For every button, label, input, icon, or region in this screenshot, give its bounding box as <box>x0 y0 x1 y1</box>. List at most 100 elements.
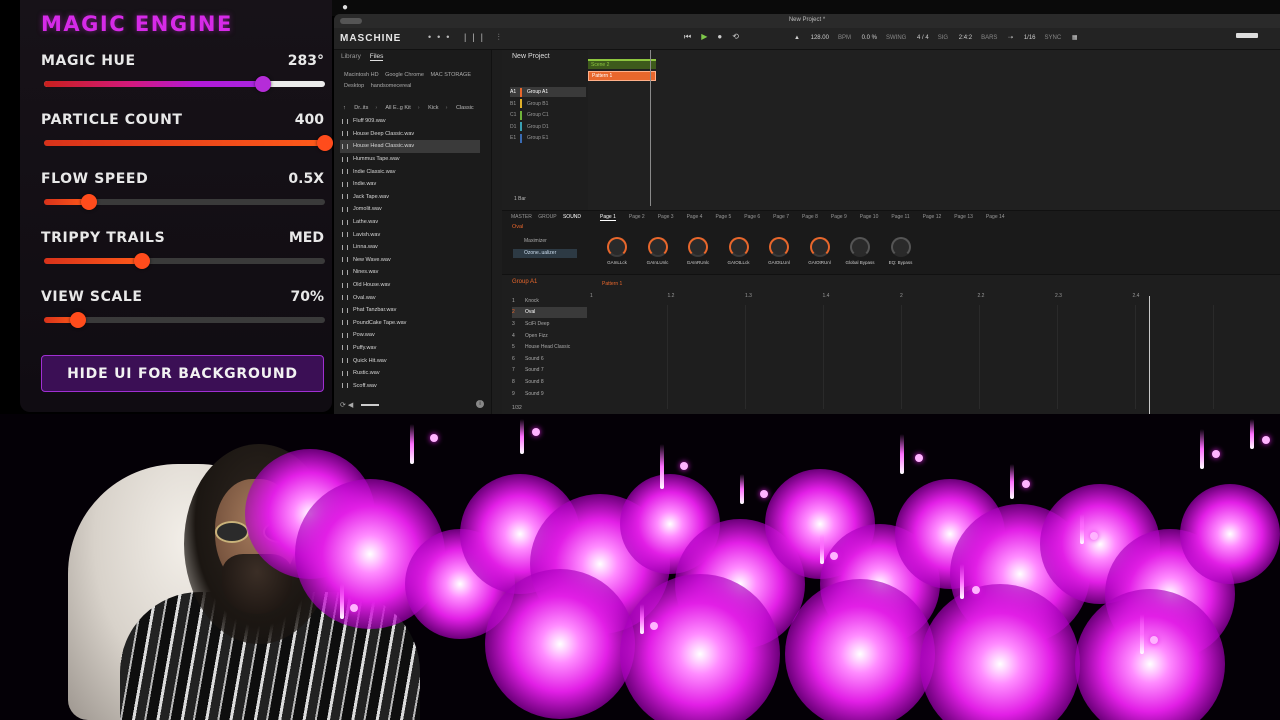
breadcrumb-item[interactable]: Dr..its <box>354 105 368 111</box>
knob-icon[interactable] <box>688 237 708 257</box>
hide-ui-button[interactable]: HIDE UI FOR BACKGROUND <box>41 355 324 392</box>
refresh-icon[interactable]: ⟳ <box>340 402 346 409</box>
sound-slot[interactable]: 5 House Head Classic <box>512 341 587 353</box>
grid-value[interactable]: 1/16 <box>1024 35 1036 41</box>
group-item[interactable]: A1 Group A1 <box>510 87 586 97</box>
swing-value[interactable]: 0.0 % <box>862 35 877 41</box>
slider-handle[interactable] <box>80 194 97 210</box>
plugin-slot[interactable]: Maximizer <box>513 237 577 246</box>
page-tab[interactable]: Page 14 <box>986 214 1005 220</box>
knob-icon[interactable] <box>647 237 668 257</box>
grid-resolution[interactable]: 1/32 <box>512 405 522 411</box>
file-item[interactable]: Indie.wav <box>340 178 480 191</box>
page-tab[interactable]: Page 13 <box>954 214 973 220</box>
keyboard-icon[interactable]: ▦ <box>1072 35 1078 41</box>
particle-count-slider[interactable] <box>44 135 333 151</box>
knob-icon[interactable] <box>728 237 749 257</box>
group-item[interactable]: B1 Group B1 <box>510 99 586 109</box>
file-item[interactable]: Oval.wav <box>340 291 480 304</box>
file-item[interactable]: New Wave.wav <box>340 254 480 267</box>
parameter-knob[interactable]: GAInLUnlc <box>639 237 677 265</box>
knob-icon[interactable] <box>607 237 627 257</box>
tab-group[interactable]: GROUP <box>538 214 556 220</box>
bar-length[interactable]: 1 Bar <box>514 196 526 202</box>
sound-slot[interactable]: 8 Sound 8 <box>512 376 587 388</box>
file-item[interactable]: Scoff.wav <box>340 379 480 392</box>
file-item[interactable]: Jack Tape.wav <box>340 191 480 204</box>
follow-icon[interactable]: ⇢ <box>1008 35 1013 41</box>
sound-slot[interactable]: 4 Open Fizz <box>512 330 587 342</box>
location-item[interactable]: Macintosh HD <box>344 72 379 78</box>
tab-library[interactable]: Library <box>341 53 361 60</box>
parameter-knob[interactable]: GAInRUnlc <box>679 237 717 265</box>
file-item[interactable]: Rustic.wav <box>340 367 480 380</box>
trippy-trails-slider[interactable] <box>44 253 325 269</box>
file-item[interactable]: Hummus Tape.wav <box>340 153 480 166</box>
file-item[interactable]: Indie Classic.wav <box>340 165 480 178</box>
location-item[interactable]: handsomecereal <box>371 83 412 89</box>
loop-icon[interactable]: ⟲ <box>732 32 739 41</box>
page-tab[interactable]: Page 2 <box>629 214 645 220</box>
slider-handle[interactable] <box>255 76 272 92</box>
page-tab[interactable]: Page 1 <box>600 214 616 221</box>
slider-handle[interactable] <box>69 312 86 328</box>
sound-slot[interactable]: 3 SciFi Deep <box>512 318 587 330</box>
group-item[interactable]: C1 Group C1 <box>510 110 586 120</box>
location-item[interactable]: Desktop <box>344 83 364 89</box>
file-item[interactable]: Quick Hit.wav <box>340 354 480 367</box>
sound-slot[interactable]: 2 Oval <box>512 306 587 319</box>
timeline-ruler[interactable]: 1 1.2 1.3 1.4 2 2.2 2.3 2.4 <box>590 293 1280 301</box>
tab-files[interactable]: Files <box>369 53 384 61</box>
parameter-knob[interactable]: Global Bypass <box>841 237 879 265</box>
knob-icon[interactable] <box>809 237 830 257</box>
page-tab[interactable]: Page 5 <box>715 214 731 220</box>
parameter-knob[interactable]: GAIOtLLck <box>720 237 758 265</box>
pattern-clip[interactable]: Pattern 1 <box>588 71 656 81</box>
file-item[interactable]: House Head Classic.wav <box>340 140 480 153</box>
sound-slot[interactable]: 6 Sound 6 <box>512 353 587 365</box>
page-tab[interactable]: Page 4 <box>687 214 703 220</box>
play-icon[interactable]: ▶ <box>701 32 707 41</box>
breadcrumb-item[interactable]: Kick <box>428 105 438 111</box>
arranger-grid[interactable] <box>588 50 1280 210</box>
up-icon[interactable]: ↑ <box>343 105 346 111</box>
page-tab[interactable]: Page 6 <box>744 214 760 220</box>
step-grid[interactable] <box>590 305 1280 409</box>
metronome-icon[interactable]: ▲ <box>794 35 800 41</box>
page-tab[interactable]: Page 10 <box>860 214 879 220</box>
file-item[interactable]: Old House.wav <box>340 279 480 292</box>
tab-sound[interactable]: SOUND <box>563 214 581 220</box>
location-item[interactable]: Google Chrome <box>385 72 424 78</box>
rewind-icon[interactable]: ⏮ <box>684 32 691 41</box>
group-item[interactable]: D1 Group D1 <box>510 122 586 132</box>
file-item[interactable]: Phat Tanzbar.wav <box>340 304 480 317</box>
page-tab[interactable]: Page 8 <box>802 214 818 220</box>
sync-label[interactable]: SYNC <box>1045 35 1062 41</box>
record-icon[interactable]: ● <box>717 32 722 41</box>
parameter-knob[interactable]: GAIOtRUnl <box>801 237 839 265</box>
magic-hue-slider[interactable] <box>44 76 325 92</box>
file-item[interactable]: House Deep Classic.wav <box>340 128 480 141</box>
knob-icon[interactable] <box>850 237 870 257</box>
page-tab[interactable]: Page 9 <box>831 214 847 220</box>
sound-slot[interactable]: 1 Knock <box>512 295 587 307</box>
parameter-knob[interactable]: EQ: Bypass <box>882 237 920 265</box>
page-tab[interactable]: Page 12 <box>923 214 942 220</box>
slider-handle[interactable] <box>134 253 151 269</box>
preview-volume-slider[interactable] <box>361 404 380 407</box>
view-scale-slider[interactable] <box>44 312 325 328</box>
file-item[interactable]: Lathe.wav <box>340 216 480 229</box>
sound-slot[interactable]: 9 Sound 9 <box>512 388 587 400</box>
mixer-icon[interactable]: ⫶ <box>498 32 506 42</box>
file-item[interactable]: Linna.wav <box>340 241 480 254</box>
file-item[interactable]: Puffy.wav <box>340 342 480 355</box>
knob-icon[interactable] <box>769 237 789 257</box>
page-tab[interactable]: Page 3 <box>658 214 674 220</box>
pattern-name[interactable]: Pattern 1 <box>602 281 622 287</box>
file-item[interactable]: Pow.wav <box>340 329 480 342</box>
slider-handle[interactable] <box>317 135 333 151</box>
pattern-group-name[interactable]: Group A1 <box>512 279 537 285</box>
plugin-slot[interactable]: Ozone..ualizer <box>513 249 577 258</box>
group-item[interactable]: E1 Group E1 <box>510 133 586 143</box>
tab-master[interactable]: MASTER <box>511 214 532 220</box>
